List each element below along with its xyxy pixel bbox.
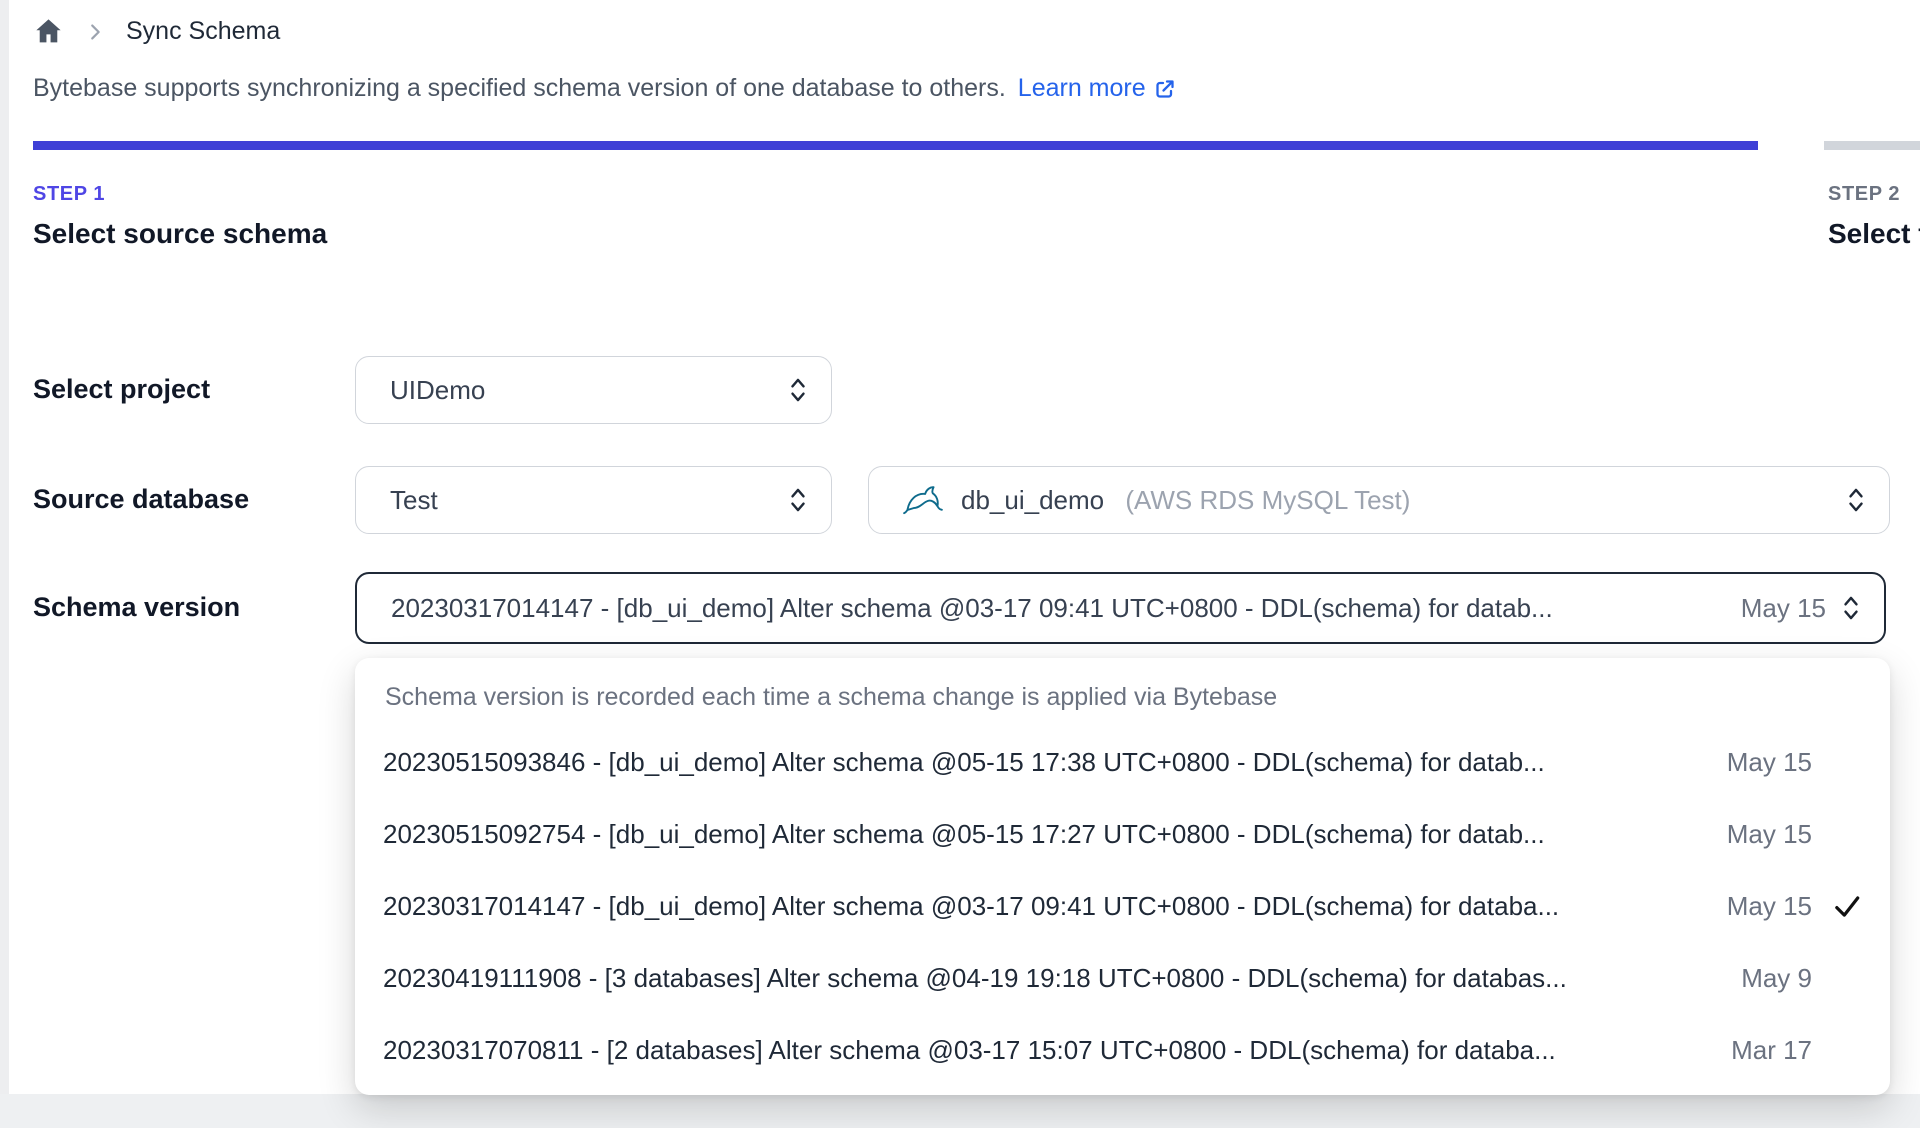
page-title: Sync Schema xyxy=(126,17,281,45)
schema-version-option[interactable]: 20230317070811 - [2 databases] Alter sch… xyxy=(355,1014,1890,1086)
schema-version-option-selected[interactable]: 20230317014147 - [db_ui_demo] Alter sche… xyxy=(355,870,1890,942)
step-2-title: Select t xyxy=(1828,218,1920,249)
step-1: STEP 1 Select source schema xyxy=(33,183,327,250)
intro-description: Bytebase supports synchronizing a specif… xyxy=(33,74,1006,102)
home-icon[interactable] xyxy=(33,16,64,47)
step1-progress-bar xyxy=(33,141,1758,150)
schema-version-option[interactable]: 20230515092754 - [db_ui_demo] Alter sche… xyxy=(355,798,1890,870)
schema-version-select-date: May 15 xyxy=(1740,592,1826,623)
step-1-label: STEP 1 xyxy=(33,183,106,205)
option-text: 20230515092754 - [db_ui_demo] Alter sche… xyxy=(383,818,1545,849)
environment-select[interactable]: Test xyxy=(355,466,832,534)
external-link-icon xyxy=(1153,77,1177,101)
schema-version-label: Schema version xyxy=(33,592,241,622)
chevron-up-down-icon xyxy=(1840,593,1862,623)
chevron-up-down-icon xyxy=(1845,485,1867,515)
option-text: 20230419111908 - [3 databases] Alter sch… xyxy=(383,962,1567,993)
schema-version-dropdown: Schema version is recorded each time a s… xyxy=(355,658,1890,1095)
option-text: 20230515093846 - [db_ui_demo] Alter sche… xyxy=(383,746,1545,777)
option-text: 20230317014147 - [db_ui_demo] Alter sche… xyxy=(383,890,1560,921)
step-2-label: STEP 2 xyxy=(1828,183,1901,205)
breadcrumb: Sync Schema xyxy=(33,16,280,47)
left-edge-strip xyxy=(0,0,9,1128)
learn-more-link[interactable]: Learn more xyxy=(1018,74,1177,103)
bottom-edge-strip xyxy=(0,1094,1920,1128)
environment-select-value: Test xyxy=(390,484,438,515)
chevron-up-down-icon xyxy=(787,485,809,515)
database-select[interactable]: db_ui_demo (AWS RDS MySQL Test) xyxy=(868,466,1890,534)
step-2: STEP 2 Select t xyxy=(1828,183,1920,250)
option-date: May 9 xyxy=(1741,962,1812,993)
sync-schema-page: Sync Schema Bytebase supports synchroniz… xyxy=(0,0,1920,1128)
database-name: db_ui_demo xyxy=(961,484,1105,515)
option-text: 20230317070811 - [2 databases] Alter sch… xyxy=(383,1034,1556,1065)
step-1-title: Select source schema xyxy=(33,218,328,249)
mysql-dolphin-icon xyxy=(903,482,943,518)
project-select-value: UIDemo xyxy=(390,374,486,405)
option-date: May 15 xyxy=(1726,890,1812,921)
breadcrumb-chevron-icon xyxy=(84,21,106,43)
project-select[interactable]: UIDemo xyxy=(355,356,832,424)
schema-version-option[interactable]: 20230515093846 - [db_ui_demo] Alter sche… xyxy=(355,726,1890,798)
intro-text: Bytebase supports synchronizing a specif… xyxy=(33,74,1177,103)
option-date: May 15 xyxy=(1726,818,1812,849)
database-select-value: db_ui_demo (AWS RDS MySQL Test) xyxy=(961,485,1831,516)
database-detail: (AWS RDS MySQL Test) xyxy=(1125,484,1411,515)
learn-more-label: Learn more xyxy=(1017,74,1146,102)
source-database-label: Source database xyxy=(33,484,250,514)
schema-version-select[interactable]: 20230317014147 - [db_ui_demo] Alter sche… xyxy=(355,572,1886,644)
option-date: Mar 17 xyxy=(1731,1034,1812,1065)
check-icon xyxy=(1812,891,1862,921)
step2-progress-bar xyxy=(1824,141,1920,150)
chevron-up-down-icon xyxy=(787,375,809,405)
select-project-label: Select project xyxy=(33,374,211,404)
option-date: May 15 xyxy=(1726,746,1812,777)
schema-version-select-value: 20230317014147 - [db_ui_demo] Alter sche… xyxy=(391,592,1553,623)
dropdown-header: Schema version is recorded each time a s… xyxy=(385,682,1278,711)
schema-version-option[interactable]: 20230419111908 - [3 databases] Alter sch… xyxy=(355,942,1890,1014)
